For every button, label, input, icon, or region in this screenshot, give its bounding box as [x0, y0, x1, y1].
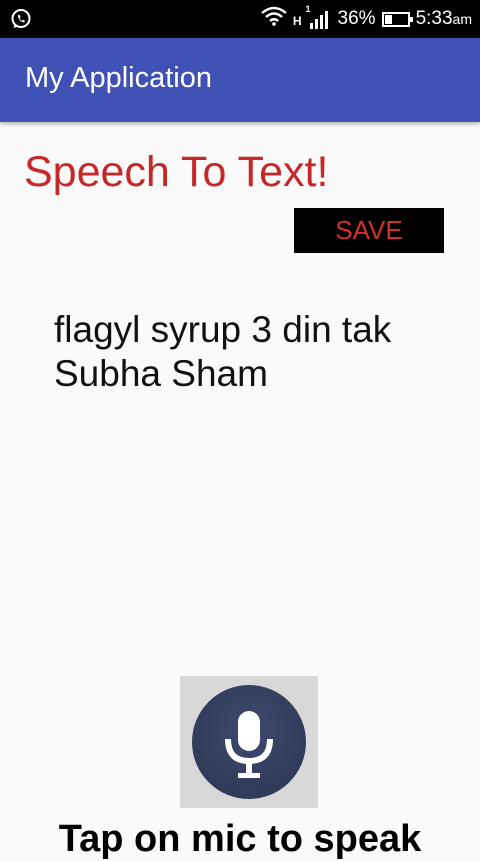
status-bar: H 1 36% 5:33am — [0, 0, 480, 38]
page-heading: Speech To Text! — [24, 148, 329, 196]
clock-suffix: am — [452, 11, 472, 27]
whatsapp-icon — [10, 8, 32, 30]
battery-level — [384, 14, 393, 24]
battery-icon — [381, 11, 413, 27]
app-title: My Application — [25, 62, 212, 94]
wifi-icon — [261, 6, 287, 32]
clock-time: 5:33 — [415, 8, 453, 29]
status-right-group: H 1 36% 5:33am — [261, 0, 472, 38]
battery-percent: 36% — [337, 8, 376, 29]
signal-icon: 1 — [306, 4, 332, 31]
microphone-icon — [225, 711, 273, 778]
speech-result-text: flagyl syrup 3 din tak Subha Sham — [54, 309, 392, 394]
clock: 5:33am — [416, 8, 472, 30]
mic-button[interactable] — [180, 676, 318, 808]
network-type: H — [292, 14, 302, 28]
save-button[interactable]: SAVE — [294, 208, 444, 253]
tap-instruction: Tap on mic to speak — [58, 818, 422, 860]
app-bar: My Application — [0, 38, 480, 122]
mic-circle — [192, 685, 306, 799]
